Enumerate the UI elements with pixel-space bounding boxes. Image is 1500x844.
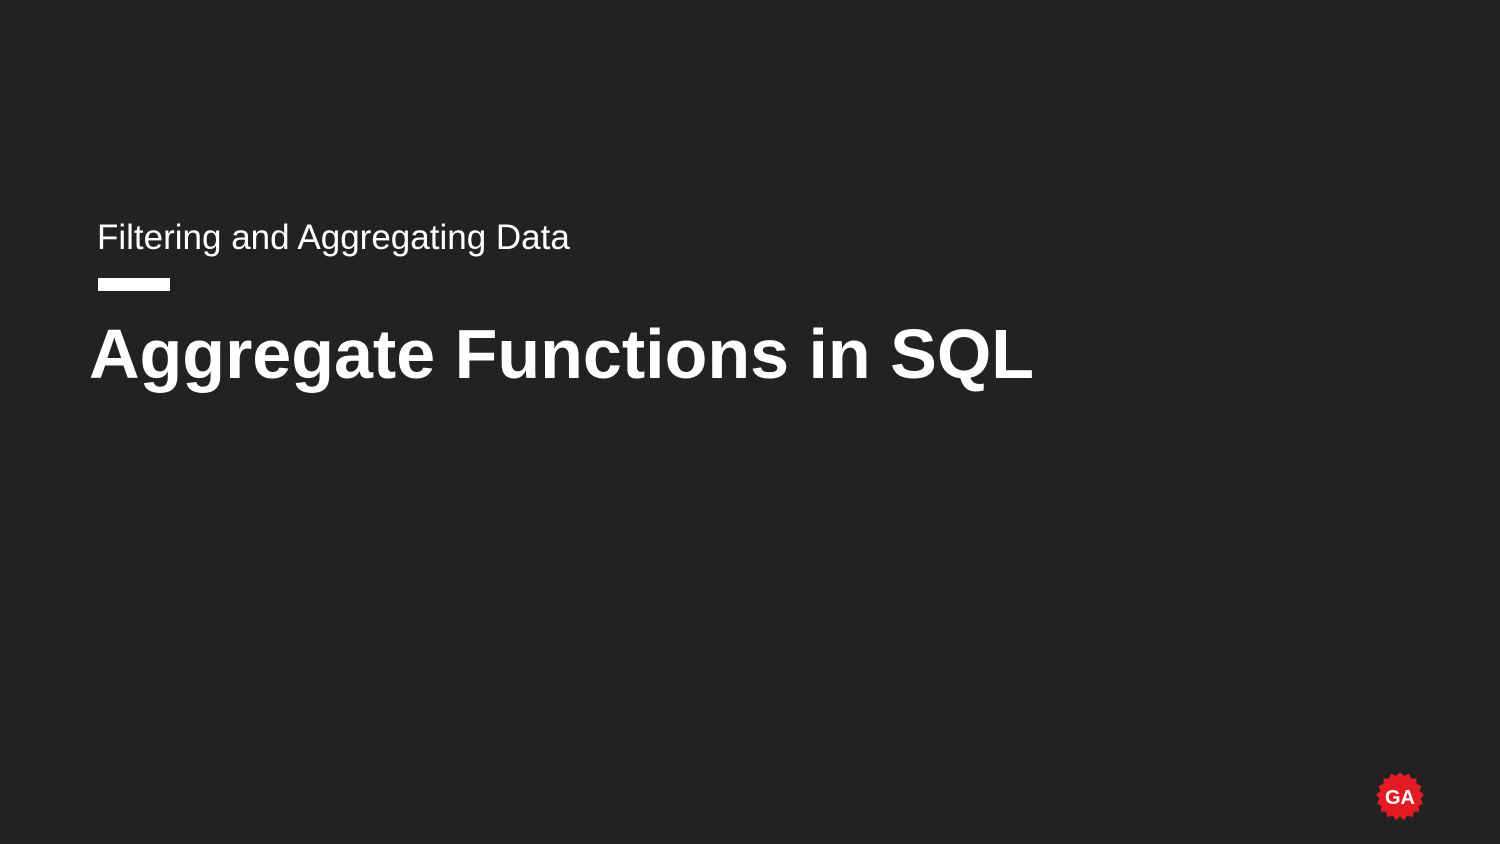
ga-logo-icon: GA bbox=[1375, 772, 1425, 822]
ga-logo-badge: GA bbox=[1376, 772, 1424, 820]
slide-title: Aggregate Functions in SQL bbox=[89, 315, 1035, 393]
slide: Filtering and Aggregating Data Aggregate… bbox=[0, 0, 1500, 844]
slide-subtitle: Filtering and Aggregating Data bbox=[97, 218, 570, 257]
title-divider bbox=[98, 278, 170, 291]
ga-logo-text: GA bbox=[1385, 787, 1415, 809]
